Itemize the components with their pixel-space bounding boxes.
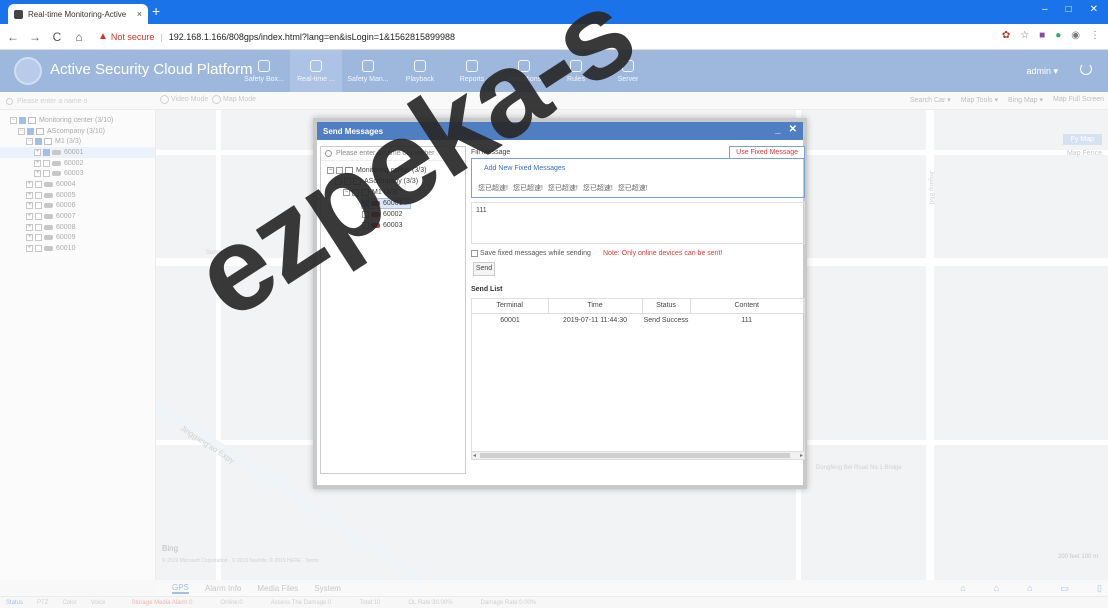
online-devices-note: Note: Only online devices can be sent! xyxy=(603,250,723,257)
reload-button[interactable]: C xyxy=(48,30,66,44)
fixed-messages-box: Add New Fixed Messages 您已超速! 您已超速! 您已超速!… xyxy=(471,158,805,198)
extension-icon[interactable]: ■ xyxy=(1039,30,1045,41)
fill-message-label: Fill Message xyxy=(471,149,511,156)
tree-label: AScompany (3/3) xyxy=(364,178,419,185)
use-fixed-message-tab[interactable]: Use Fixed Message xyxy=(729,146,805,158)
col-time[interactable]: Time xyxy=(548,299,643,314)
url-box[interactable]: ▲ Not secure | 192.168.1.166/808gps/inde… xyxy=(98,31,455,42)
save-fixed-checkbox[interactable] xyxy=(471,250,478,257)
dialog-tree-node[interactable]: − AScompany (3/3) xyxy=(327,176,465,187)
fixed-message-item[interactable]: 您已超速! xyxy=(513,183,543,193)
tree-label: 60001 xyxy=(383,200,403,207)
tab-title: Real-time Monitoring-Active xyxy=(28,9,127,19)
warning-icon: ▲ xyxy=(98,31,108,42)
bookmark-star-icon[interactable]: ☆ xyxy=(1020,30,1029,41)
window-controls: – □ ✕ xyxy=(1042,4,1098,15)
dialog-tree-node[interactable]: − Monitoring center (3/3) xyxy=(327,165,465,176)
profile-icon[interactable]: ◉ xyxy=(1071,30,1080,41)
tree-label: 60002 xyxy=(383,211,403,218)
tree-checkbox[interactable] xyxy=(362,211,369,218)
dialog-title: Send Messages xyxy=(323,126,384,136)
url-separator: | xyxy=(160,31,163,42)
add-new-fixed-messages-link[interactable]: Add New Fixed Messages xyxy=(484,165,565,172)
back-button[interactable]: ← xyxy=(4,30,22,44)
tree-checkbox[interactable] xyxy=(336,167,343,174)
message-textarea[interactable]: 111 xyxy=(471,202,805,244)
fixed-message-item[interactable]: 您已超速! xyxy=(618,183,648,193)
tree-checkbox[interactable] xyxy=(362,222,369,229)
dialog-tree: − Monitoring center (3/3) − AScompany (3/3… xyxy=(321,161,465,231)
dialog-tree-node[interactable]: 60003 xyxy=(327,220,465,231)
browser-tab-bar: Real-time Monitoring-Active × + – □ ✕ xyxy=(0,0,1108,24)
scroll-left-icon[interactable]: ◂ xyxy=(473,452,476,459)
car-icon xyxy=(371,223,380,228)
save-fixed-checkbox-row[interactable]: Save fixed messages while sending xyxy=(471,250,591,257)
list-icon xyxy=(353,178,361,185)
send-messages-dialog: Send Messages _ ✕ Please enter a name or… xyxy=(313,118,807,489)
dialog-close-button[interactable]: ✕ xyxy=(789,124,797,135)
save-fixed-label: Save fixed messages while sending xyxy=(480,250,591,257)
new-tab-button[interactable]: + xyxy=(152,4,160,18)
browser-tab[interactable]: Real-time Monitoring-Active × xyxy=(8,4,148,24)
send-button[interactable]: Send xyxy=(473,262,495,276)
person-icon xyxy=(361,189,369,196)
cell-content: 111 xyxy=(741,316,753,324)
extension-green-icon[interactable]: ● xyxy=(1055,30,1061,41)
send-list-table: Terminal Time Status Content 60001 2019-… xyxy=(471,298,805,460)
fixed-message-item[interactable]: 您已超速! xyxy=(478,183,508,193)
dialog-tree-node[interactable]: 60002 xyxy=(327,209,465,220)
dialog-search-input[interactable]: Please enter a name or number xyxy=(321,147,465,161)
search-icon xyxy=(325,150,332,157)
menu-dots-icon[interactable]: ⋮ xyxy=(1090,30,1100,41)
fixed-message-item[interactable]: 您已超速! xyxy=(583,183,613,193)
close-window-button[interactable]: ✕ xyxy=(1090,4,1098,15)
tree-checkbox[interactable] xyxy=(362,200,369,207)
col-status[interactable]: Status xyxy=(642,299,691,314)
url-text[interactable]: 192.168.1.166/808gps/index.html?lang=en&… xyxy=(169,32,455,42)
forward-button[interactable]: → xyxy=(26,30,44,44)
tree-checkbox[interactable] xyxy=(352,189,359,196)
collapse-icon[interactable]: − xyxy=(343,189,350,196)
fixed-messages-list: 您已超速! 您已超速! 您已超速! 您已超速! 您已超速! xyxy=(478,183,648,193)
dialog-tree-node[interactable]: 60001 xyxy=(361,198,411,209)
maximize-window-button[interactable]: □ xyxy=(1066,4,1072,15)
cell-terminal: 60001 xyxy=(500,316,520,324)
favicon-icon xyxy=(14,9,23,19)
horizontal-scrollbar[interactable]: ◂ ▸ xyxy=(472,451,804,459)
dialog-tree-node[interactable]: − M1 (3/3) xyxy=(327,187,465,198)
car-icon xyxy=(371,212,380,217)
home-button[interactable]: ⌂ xyxy=(70,30,88,44)
send-list-label: Send List xyxy=(471,286,503,293)
extension-icons: ✿ ☆ ■ ● ◉ ⋮ xyxy=(1002,30,1100,41)
tree-label: Monitoring center (3/3) xyxy=(356,167,427,174)
tree-label: M1 (3/3) xyxy=(372,189,399,196)
translate-icon[interactable]: ✿ xyxy=(1002,30,1010,41)
col-terminal[interactable]: Terminal xyxy=(472,299,549,314)
col-content[interactable]: Content xyxy=(690,299,804,314)
minimize-window-button[interactable]: – xyxy=(1042,4,1048,15)
address-bar: ← → C ⌂ ▲ Not secure | 192.168.1.166/808… xyxy=(0,24,1108,50)
monitor-icon xyxy=(345,167,353,174)
not-secure-label: Not secure xyxy=(110,31,155,42)
dialog-search-placeholder: Please enter a name or number xyxy=(336,150,435,157)
scroll-right-icon[interactable]: ▸ xyxy=(800,452,803,459)
table-row[interactable]: 60001 2019-07-11 11:44:30 Send Success 1… xyxy=(472,313,804,327)
tree-checkbox[interactable] xyxy=(344,178,351,185)
collapse-icon[interactable]: − xyxy=(335,178,342,185)
scroll-thumb[interactable] xyxy=(480,453,790,458)
tab-close-icon[interactable]: × xyxy=(137,9,142,19)
dialog-device-tree-panel: Please enter a name or number − Monitorin… xyxy=(320,146,466,474)
tree-label: 60003 xyxy=(383,222,403,229)
dialog-minimize-button[interactable]: _ xyxy=(775,124,781,135)
dialog-controls: _ ✕ xyxy=(775,124,797,135)
dialog-title-bar[interactable]: Send Messages _ ✕ xyxy=(317,122,803,140)
cell-status: Send Success xyxy=(643,316,689,324)
fixed-message-item[interactable]: 您已超速! xyxy=(548,183,578,193)
car-icon xyxy=(371,201,380,206)
cell-time: 2019-07-11 11:44:30 xyxy=(563,316,627,324)
collapse-icon[interactable]: − xyxy=(327,167,334,174)
